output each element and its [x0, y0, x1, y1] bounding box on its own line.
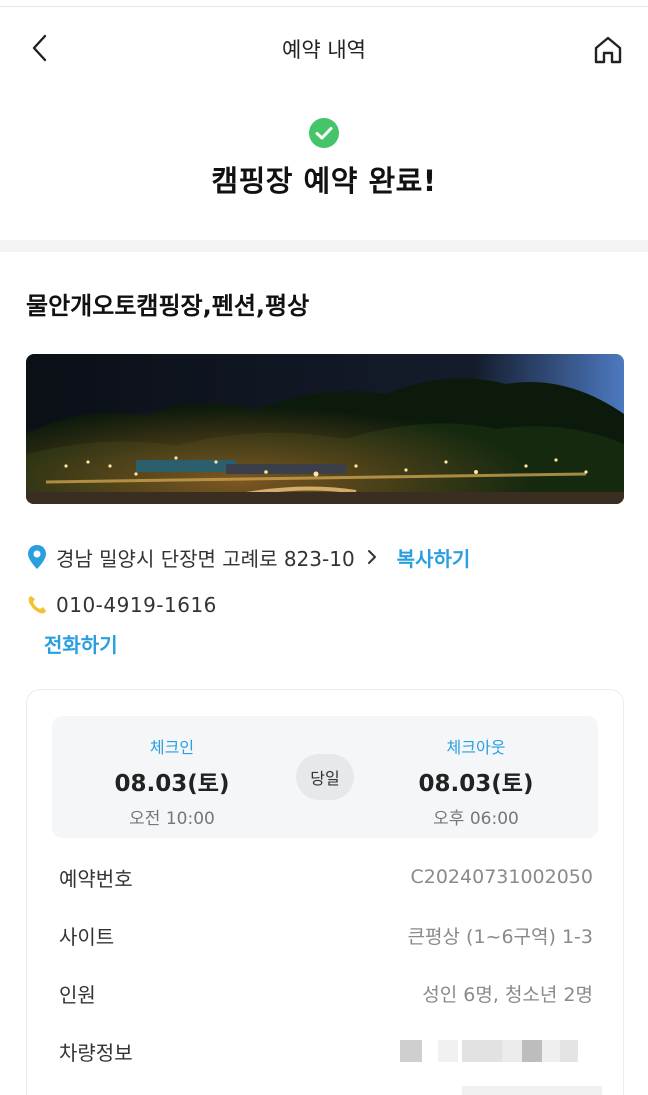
page-title: 예약 내역 [282, 38, 366, 62]
checkout-label: 체크아웃 [446, 738, 506, 757]
section-divider [0, 240, 648, 252]
reservation-card: 체크인 08.03(토) 오전 10:00 당일 체크아웃 08.03(토) 오… [26, 689, 624, 1095]
info-row-site: 사이트 큰평상 (1~6구역) 1-3 [59, 919, 593, 951]
completion-title: 캠핑장 예약 완료! [211, 164, 437, 198]
info-key: 차량정보 [59, 1040, 133, 1065]
checkin-time: 오전 10:00 [129, 809, 215, 829]
completion-check [0, 117, 648, 153]
home-icon [594, 36, 622, 64]
location-pin-icon [28, 545, 46, 569]
info-key: 예약번호 [59, 866, 133, 891]
app-header: 예약 내역 [0, 18, 648, 78]
info-value: 큰평상 (1~6구역) 1-3 [407, 925, 593, 948]
phone-row: 010-4919-1616 [26, 590, 217, 620]
checkout-block: 체크아웃 08.03(토) 오후 06:00 [386, 734, 566, 829]
info-key: 인원 [59, 982, 96, 1007]
info-row-reservation-number: 예약번호 C20240731002050 [59, 861, 593, 893]
address-row: 경남 밀양시 단장면 고례로 823-10 복사하기 [26, 540, 470, 574]
copy-address-button[interactable]: 복사하기 [397, 543, 471, 572]
info-key: 사이트 [59, 924, 115, 949]
stay-period: 체크인 08.03(토) 오전 10:00 당일 체크아웃 08.03(토) 오… [52, 716, 598, 838]
top-divider [0, 6, 648, 7]
phone-number: 010-4919-1616 [56, 593, 217, 617]
address-text[interactable]: 경남 밀양시 단장면 고례로 823-10 [56, 543, 355, 572]
phone-icon [28, 596, 46, 614]
call-button[interactable]: 전화하기 [44, 629, 118, 658]
campsite-photo [26, 354, 624, 504]
info-row-guests: 인원 성인 6명, 청소년 2명 [59, 977, 593, 1009]
checkout-date: 08.03(토) [418, 771, 534, 797]
home-button[interactable] [588, 30, 628, 70]
checkin-block: 체크인 08.03(토) 오전 10:00 [82, 734, 262, 829]
checkout-time: 오후 06:00 [433, 809, 519, 829]
checkin-date: 08.03(토) [114, 771, 230, 797]
info-value: 성인 6명, 청소년 2명 [422, 983, 593, 1006]
sameday-badge: 당일 [296, 754, 354, 800]
campsite-name: 물안개오토캠핑장,펜션,평상 [26, 292, 310, 320]
checkin-label: 체크인 [149, 738, 195, 757]
chevron-right-icon [367, 550, 376, 564]
check-circle-icon [309, 118, 339, 148]
info-value: C20240731002050 [410, 866, 593, 888]
